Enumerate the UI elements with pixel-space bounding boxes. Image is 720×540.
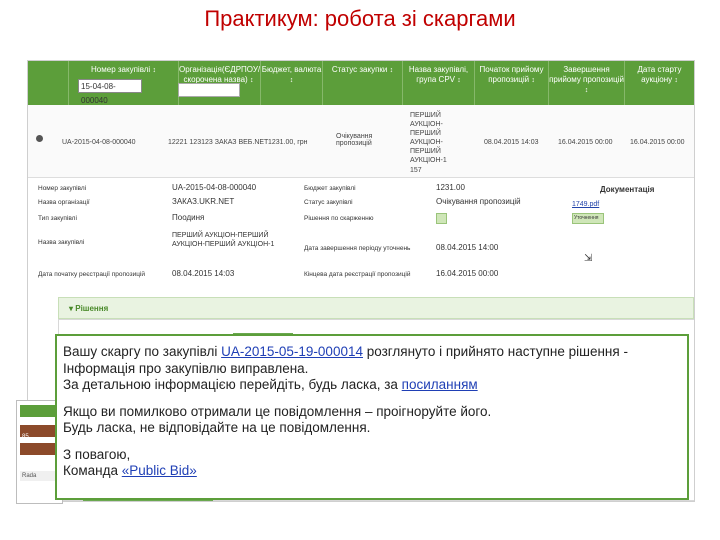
clarification-label: Уточнення bbox=[574, 215, 599, 221]
background-header bbox=[20, 405, 56, 417]
label-end: Кінцева дата реєстрації пропозицій bbox=[304, 271, 411, 278]
sort-icon[interactable]: ↕ bbox=[250, 77, 254, 84]
background-code: 85 bbox=[22, 434, 29, 440]
value-type: Поодиня bbox=[172, 213, 205, 222]
mouse-cursor-icon: ⇲ bbox=[584, 253, 593, 264]
col-header-label: Бюджет, валюта bbox=[261, 65, 322, 74]
label-name: Назва закупівлі bbox=[38, 239, 85, 246]
message-line-5: Будь ласка, не відповідайте на це повідо… bbox=[63, 420, 371, 435]
document-link[interactable]: 1749.pdf bbox=[572, 201, 599, 208]
tender-link[interactable]: UA-2015-05-19-000014 bbox=[221, 344, 363, 359]
col-header-label: Номер закупівлі bbox=[91, 65, 151, 74]
sort-icon[interactable]: ↕ bbox=[152, 67, 156, 74]
cell-start: 08.04.2015 14:03 bbox=[484, 139, 539, 146]
complaint-checkbox[interactable] bbox=[436, 213, 447, 224]
cell-status: Очікування пропозицій bbox=[336, 133, 373, 147]
background-row: 85 bbox=[20, 425, 56, 440]
documents-title: Документація bbox=[600, 185, 655, 194]
cell-name: ПЕРШИЙ АУКЦІОН-ПЕРШИЙ АУКЦІОН-ПЕРШИЙ АУК… bbox=[410, 112, 447, 164]
value-name: ПЕРШИЙ АУКЦІОН-ПЕРШИЙ АУКЦІОН-ПЕРШИЙ АУК… bbox=[172, 232, 275, 248]
value-budget: 1231.00 bbox=[436, 183, 465, 192]
message-line-7: Команда «Public Bid» bbox=[63, 463, 687, 480]
col-header-budget[interactable]: Бюджет, валюта ↕ bbox=[260, 61, 322, 105]
label-status: Статус закупівлі bbox=[304, 199, 353, 206]
details-link[interactable]: посиланням bbox=[402, 377, 478, 392]
value-date: 08.04.2015 14:03 bbox=[172, 269, 235, 278]
col-header-start[interactable]: Початок прийому пропозицій ↕ bbox=[474, 61, 548, 105]
col-header-label: Статус закупки bbox=[331, 65, 388, 74]
cell-end: 16.04.2015 00:00 bbox=[558, 139, 613, 146]
table-row[interactable]: UA-2015-04-08-000040 12221 123123 ЗАКАЗ … bbox=[28, 105, 694, 178]
message-text: Команда bbox=[63, 463, 122, 478]
value-end: 16.04.2015 00:00 bbox=[436, 269, 499, 278]
tender-detail: Номер закупівлі UA-2015-04-08-000040 Наз… bbox=[38, 179, 688, 299]
col-header-auction[interactable]: Дата старту аукціону ↕ bbox=[624, 61, 694, 105]
label-type: Тип закупівлі bbox=[38, 215, 77, 222]
label-clar: Дата завершення періоду уточнень bbox=[304, 245, 411, 252]
background-label: Rada bbox=[20, 471, 58, 481]
cell-budget: 1231.00, грн bbox=[268, 139, 308, 146]
sort-icon[interactable]: ↕ bbox=[674, 77, 678, 84]
label-date: Дата початку реєстрації пропозицій bbox=[38, 271, 146, 278]
solutions-header[interactable]: ▾ Рішення bbox=[58, 297, 694, 319]
col-header-name[interactable]: Назва закупівлі, група CPV ↕ bbox=[402, 61, 474, 105]
col-header-status[interactable]: Статус закупки ↕ bbox=[322, 61, 402, 105]
message-line-3: За детальною інформацією перейдіть, будь… bbox=[63, 377, 687, 394]
org-filter-input[interactable] bbox=[178, 83, 240, 97]
label-budget: Бюджет закупівлі bbox=[304, 185, 356, 192]
table-header: Номер закупівлі ↕ 15-04-08-000040 Органі… bbox=[28, 61, 694, 105]
search-input[interactable]: 15-04-08-000040 bbox=[78, 79, 142, 105]
notification-message: Вашу скаргу по закупівлі UA-2015-05-19-0… bbox=[55, 334, 689, 500]
value-id: UA-2015-04-08-000040 bbox=[172, 183, 257, 192]
message-line-6: З повагою, bbox=[63, 446, 131, 462]
sort-icon[interactable]: ↕ bbox=[585, 87, 589, 94]
message-line-2: Інформація про закупівлю виправлена. bbox=[63, 360, 309, 376]
message-line-4: Якщо ви помилково отримали це повідомлен… bbox=[63, 403, 492, 419]
label-org: Назва організації bbox=[38, 199, 90, 206]
cell-auction: 16.04.2015 00:00 bbox=[630, 139, 685, 146]
expand-icon[interactable] bbox=[36, 135, 43, 142]
value-status: Очікування пропозицій bbox=[436, 197, 521, 206]
sort-icon[interactable]: ↕ bbox=[290, 77, 294, 84]
sort-icon[interactable]: ↕ bbox=[390, 67, 394, 74]
sort-icon[interactable]: ↕ bbox=[531, 77, 535, 84]
value-org: ЗАКАЗ.UKR.NET bbox=[172, 197, 235, 206]
public-bid-link[interactable]: «Public Bid» bbox=[122, 463, 197, 478]
message-line-1: Вашу скаргу по закупівлі UA-2015-05-19-0… bbox=[63, 344, 687, 361]
value-clar: 08.04.2015 14:00 bbox=[436, 243, 499, 252]
label-complaint: Рішення по скарженню bbox=[304, 215, 374, 222]
solutions-title: Рішення bbox=[75, 304, 109, 313]
label-id: Номер закупівлі bbox=[38, 185, 87, 192]
cell-org: 12221 123123 ЗАКАЗ ВЕБ.NET bbox=[168, 139, 269, 146]
sort-icon[interactable]: ↕ bbox=[457, 77, 461, 84]
col-header-end[interactable]: Завершення прийому пропозицій ↕ bbox=[548, 61, 624, 105]
col-header-label: Організація(ЄДРПОУ/ скорочена назва) bbox=[179, 65, 261, 84]
cell-cpv: 157 bbox=[410, 167, 422, 174]
col-header-label: Завершення прийому пропозицій bbox=[549, 65, 624, 84]
message-text: Вашу скаргу по закупівлі bbox=[63, 344, 222, 359]
background-row-2 bbox=[20, 443, 56, 455]
slide-title: Практикум: робота зі скаргами bbox=[204, 6, 516, 31]
message-text: За детальною інформацією перейдіть, будь… bbox=[63, 377, 402, 392]
message-text: розглянуто і прийнято наступне рішення - bbox=[362, 344, 628, 359]
cell-id[interactable]: UA-2015-04-08-000040 bbox=[62, 139, 136, 146]
